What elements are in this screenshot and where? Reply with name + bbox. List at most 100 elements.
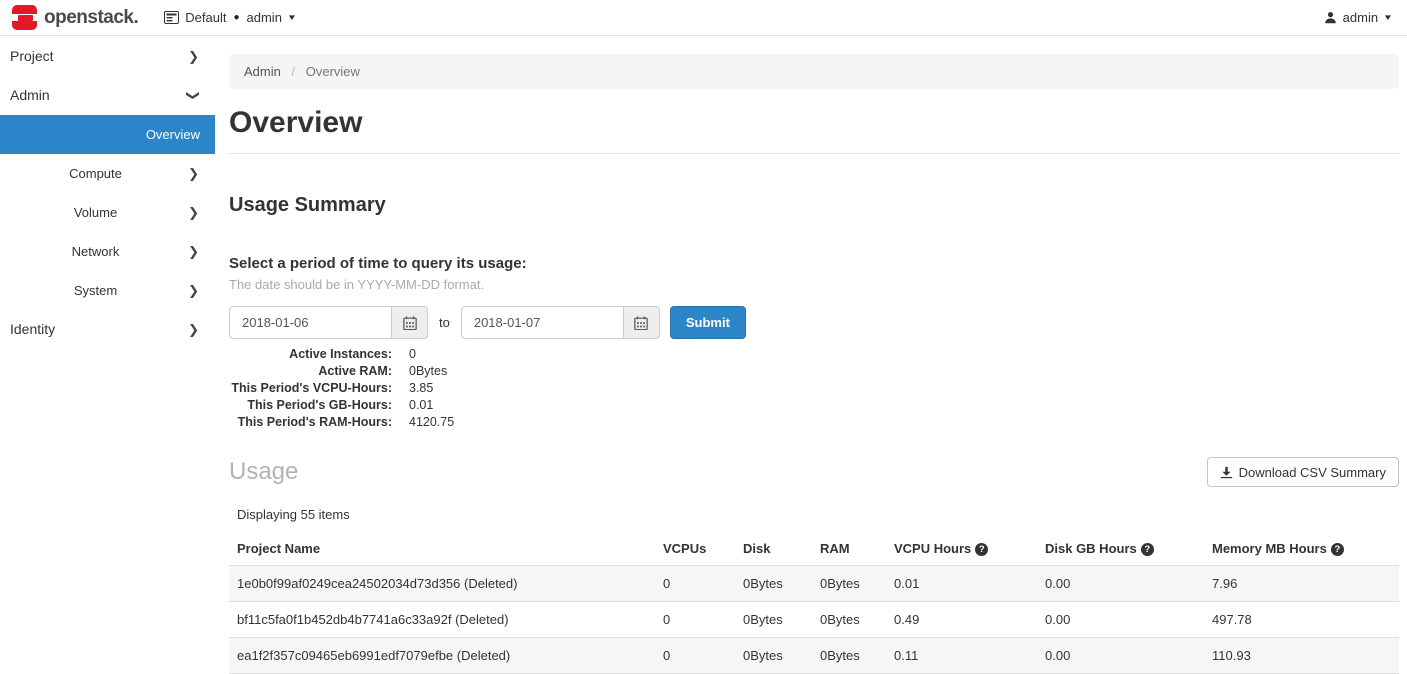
stat-value: 4120.75 [409, 414, 454, 431]
bullet-separator-icon: ● [233, 12, 239, 23]
sidebar-item-network[interactable]: Network ❯ [0, 232, 215, 271]
column-header-ram[interactable]: RAM [812, 532, 886, 566]
stat-label: This Period's RAM-Hours: [229, 414, 392, 431]
cell-project-name: bf11c5fa0f1b452db4b7741a6c33a92f (Delete… [229, 602, 655, 638]
query-period-prompt: Select a period of time to query its usa… [229, 254, 1399, 273]
chevron-down-icon: ❯ [174, 90, 213, 101]
stat-vcpu-hours: This Period's VCPU-Hours: 3.85 [229, 380, 1399, 397]
chevron-right-icon: ❯ [188, 232, 199, 271]
calendar-icon-from[interactable] [391, 306, 428, 339]
cell-memory-mb-hours: 497.78 [1204, 602, 1399, 638]
breadcrumb-current: Overview [306, 64, 360, 79]
domain-project-switcher[interactable]: Default ● admin ▼ [164, 10, 296, 25]
user-menu[interactable]: admin ▼ [1324, 10, 1392, 25]
sidebar-item-label: Volume [74, 205, 117, 220]
sidebar-item-label: Admin [10, 87, 50, 103]
sidebar-item-overview-selected[interactable]: Overview [0, 115, 215, 154]
usage-date-form: to Submit [229, 306, 1399, 339]
column-header-vcpu-hours[interactable]: VCPU Hours? [886, 532, 1037, 566]
table-row: 1e0b0f99af0249cea24502034d73d356 (Delete… [229, 566, 1399, 602]
stat-active-ram: Active RAM: 0Bytes [229, 363, 1399, 380]
download-csv-button[interactable]: Download CSV Summary [1207, 457, 1399, 487]
cell-disk: 0Bytes [735, 638, 812, 674]
cell-vcpu-hours: 0.01 [886, 566, 1037, 602]
cell-project-name: ea1f2f357c09465eb6991edf7079efbe (Delete… [229, 638, 655, 674]
sidebar-item-label: Project [10, 48, 54, 64]
sidebar-item-system[interactable]: System ❯ [0, 271, 215, 310]
sidebar-item-project[interactable]: Project ❯ [0, 37, 215, 76]
sidebar-item-label: System [74, 283, 117, 298]
date-to-input[interactable] [461, 306, 623, 339]
sidebar-nav: Project ❯ Admin ❯ Overview Compute ❯ Vol… [0, 37, 215, 670]
caret-down-icon: ▼ [1383, 13, 1393, 22]
cell-disk-gb-hours: 0.00 [1037, 566, 1204, 602]
date-format-hint: The date should be in YYYY-MM-DD format. [229, 276, 1399, 293]
breadcrumb-admin[interactable]: Admin [244, 64, 281, 79]
openstack-logo[interactable]: openstack. [12, 5, 138, 30]
column-header-memory-mb-hours[interactable]: Memory MB Hours? [1204, 532, 1399, 566]
stat-gb-hours: This Period's GB-Hours: 0.01 [229, 397, 1399, 414]
help-icon[interactable]: ? [1141, 543, 1154, 556]
download-icon [1220, 466, 1233, 479]
stat-label: Active Instances: [229, 346, 392, 363]
breadcrumb-separator: / [291, 64, 295, 79]
chevron-right-icon: ❯ [188, 37, 199, 76]
stat-active-instances: Active Instances: 0 [229, 346, 1399, 363]
main-content: Admin / Overview Overview Usage Summary … [215, 37, 1407, 670]
sidebar-item-label: Overview [146, 127, 200, 142]
page-title: Overview [229, 104, 1399, 142]
openstack-logo-icon [12, 5, 37, 30]
cell-disk: 0Bytes [735, 602, 812, 638]
items-count: Displaying 55 items [237, 507, 1399, 522]
sidebar-item-admin[interactable]: Admin ❯ [0, 76, 215, 115]
stat-ram-hours: This Period's RAM-Hours: 4120.75 [229, 414, 1399, 431]
cell-memory-mb-hours: 110.93 [1204, 638, 1399, 674]
current-project: admin [247, 10, 282, 25]
stat-value: 0Bytes [409, 363, 447, 380]
cell-disk-gb-hours: 0.00 [1037, 602, 1204, 638]
calendar-icon-to[interactable] [623, 306, 660, 339]
stat-value: 3.85 [409, 380, 433, 397]
sidebar-item-label: Compute [69, 166, 122, 181]
table-row: bf11c5fa0f1b452db4b7741a6c33a92f (Delete… [229, 602, 1399, 638]
current-domain: Default [185, 10, 226, 25]
stat-label: This Period's VCPU-Hours: [229, 380, 392, 397]
column-header-disk[interactable]: Disk [735, 532, 812, 566]
cell-ram: 0Bytes [812, 566, 886, 602]
cell-disk: 0Bytes [735, 566, 812, 602]
date-from-input[interactable] [229, 306, 391, 339]
usage-stats: Active Instances: 0 Active RAM: 0Bytes T… [229, 346, 1399, 431]
submit-button[interactable]: Submit [670, 306, 746, 339]
chevron-right-icon: ❯ [188, 271, 199, 310]
help-icon[interactable]: ? [1331, 543, 1344, 556]
download-csv-label: Download CSV Summary [1239, 465, 1386, 480]
help-icon[interactable]: ? [975, 543, 988, 556]
usage-summary-heading: Usage Summary [229, 193, 1399, 218]
sidebar-item-identity[interactable]: Identity ❯ [0, 310, 215, 349]
sidebar-item-volume[interactable]: Volume ❯ [0, 193, 215, 232]
column-header-project-name[interactable]: Project Name [229, 532, 655, 566]
sidebar-item-label: Identity [10, 321, 55, 337]
cell-project-name: 1e0b0f99af0249cea24502034d73d356 (Delete… [229, 566, 655, 602]
chevron-right-icon: ❯ [188, 154, 199, 193]
user-icon [1324, 11, 1337, 24]
column-header-vcpus[interactable]: VCPUs [655, 532, 735, 566]
cell-vcpu-hours: 0.11 [886, 638, 1037, 674]
usage-table-heading: Usage [229, 458, 298, 486]
caret-down-icon: ▼ [287, 13, 297, 22]
stat-label: This Period's GB-Hours: [229, 397, 392, 414]
stat-label: Active RAM: [229, 363, 392, 380]
sidebar-item-compute[interactable]: Compute ❯ [0, 154, 215, 193]
column-header-disk-gb-hours[interactable]: Disk GB Hours? [1037, 532, 1204, 566]
cell-vcpus: 0 [655, 602, 735, 638]
chevron-right-icon: ❯ [188, 193, 199, 232]
top-navbar: openstack. Default ● admin ▼ admin ▼ [0, 0, 1407, 36]
user-name: admin [1343, 10, 1378, 25]
cell-vcpus: 0 [655, 566, 735, 602]
cell-ram: 0Bytes [812, 602, 886, 638]
title-divider [229, 153, 1399, 154]
to-label: to [439, 315, 450, 330]
cell-disk-gb-hours: 0.00 [1037, 638, 1204, 674]
list-alt-icon [164, 11, 179, 24]
table-row: ea1f2f357c09465eb6991edf7079efbe (Delete… [229, 638, 1399, 674]
